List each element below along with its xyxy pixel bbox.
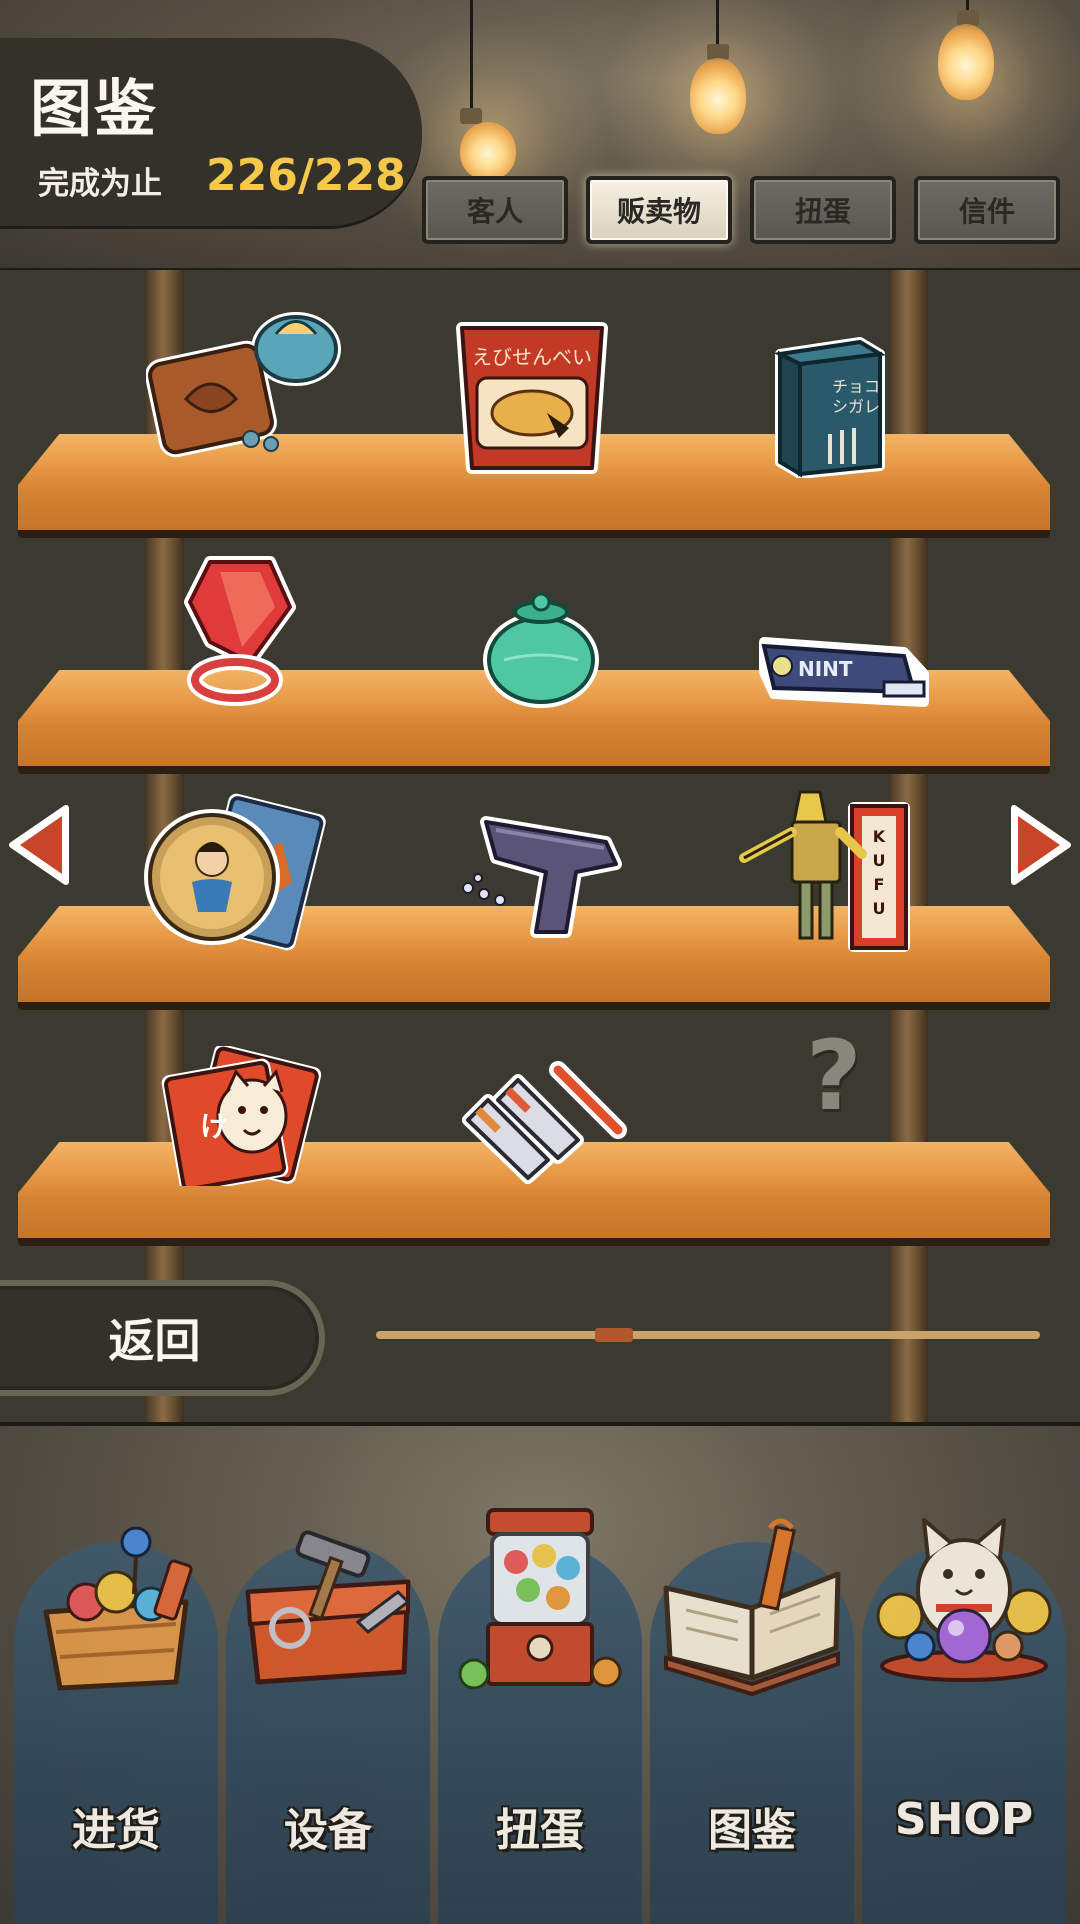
unknown-item-icon: ? xyxy=(806,1020,862,1132)
gachapon-machine-icon xyxy=(458,1508,622,1690)
paint-tube-set-icon[interactable] xyxy=(458,1060,628,1184)
mint-tablet-pack-icon[interactable]: NINT xyxy=(754,632,934,712)
nav-restock-label: 进货 xyxy=(72,1805,160,1856)
nav-catalog-label: 图鉴 xyxy=(708,1805,796,1856)
nav-gacha-label: 扭蛋 xyxy=(496,1805,584,1856)
goods-basket-icon xyxy=(43,1526,193,1691)
svg-text:U: U xyxy=(873,851,886,870)
wagashi-owl-candy-icon[interactable] xyxy=(146,304,346,464)
shelf-plank-edge xyxy=(18,1002,1050,1010)
svg-text:シガレ: シガレ xyxy=(832,397,880,416)
nav-equipment-label: 设备 xyxy=(284,1805,372,1856)
svg-text:U: U xyxy=(873,899,886,918)
nav-gacha[interactable]: 扭蛋 xyxy=(438,1508,642,1924)
senbei-snack-bag-icon[interactable]: えびせんべい xyxy=(452,318,612,478)
pharaoh-robot-toy-icon[interactable]: K U F U xyxy=(730,782,920,958)
cat-face-playing-cards-icon[interactable]: け xyxy=(160,1046,330,1186)
page-title: 图鉴 xyxy=(30,72,159,145)
mint-pack-text: NINT xyxy=(798,657,853,681)
lamp-socket xyxy=(460,108,482,124)
progress-count: 226/228 xyxy=(206,150,406,201)
light-bulb-icon xyxy=(460,122,516,180)
svg-text:F: F xyxy=(874,875,885,894)
nav-restock[interactable]: 进货 xyxy=(14,1526,218,1924)
shelf-plank-edge xyxy=(18,1238,1050,1246)
nav-catalog[interactable]: 图鉴 xyxy=(650,1518,854,1924)
nav-shop[interactable]: SHOP xyxy=(862,1518,1066,1924)
lucky-cat-icon xyxy=(876,1518,1052,1682)
progress-label: 完成为止 xyxy=(38,166,162,202)
tab-guests[interactable]: 客人 xyxy=(422,176,568,244)
svg-text:け: け xyxy=(200,1110,228,1143)
green-candy-jar-icon[interactable] xyxy=(476,592,606,712)
page-slider-thumb[interactable] xyxy=(595,1328,633,1342)
right-arrow-icon[interactable] xyxy=(1008,804,1074,886)
chocolate-cigarette-box-icon[interactable]: チョコ シガレ xyxy=(770,334,890,478)
tab-merchandise[interactable]: 贩卖物 xyxy=(586,176,732,244)
open-book-icon xyxy=(663,1518,841,1697)
page-slider[interactable] xyxy=(376,1328,1040,1342)
shelf-plank-edge xyxy=(18,766,1050,774)
tab-gacha[interactable]: 扭蛋 xyxy=(750,176,896,244)
light-bulb-icon xyxy=(690,58,746,134)
hero-menko-card-icon[interactable] xyxy=(142,792,332,952)
toy-water-pistol-icon[interactable] xyxy=(456,802,632,952)
nav-shop-label: SHOP xyxy=(894,1794,1034,1845)
left-arrow-icon[interactable] xyxy=(6,804,72,886)
back-button[interactable]: 返回 xyxy=(0,1280,325,1396)
collection-shelf: えびせんべい チョコ シガレ NINT K U F U け ? 返回 xyxy=(0,270,1080,1422)
lamp-wire xyxy=(470,0,473,112)
ring-pop-candy-icon[interactable] xyxy=(180,552,300,712)
box-brand-text: チョコ xyxy=(832,377,880,396)
svg-text:K: K xyxy=(873,827,886,846)
title-panel: 图鉴 完成为止 226/228 xyxy=(0,38,422,226)
lamp-wire xyxy=(716,0,719,48)
nav-equipment[interactable]: 设备 xyxy=(226,1530,430,1924)
light-bulb-icon xyxy=(938,24,994,100)
shelf-plank-edge xyxy=(18,530,1050,538)
header-bar: 图鉴 完成为止 226/228 客人 贩卖物 扭蛋 信件 xyxy=(0,0,1080,271)
tab-letters[interactable]: 信件 xyxy=(914,176,1060,244)
svg-text:えびせんべい: えびせんべい xyxy=(472,345,592,369)
bottom-navigation: 进货 设备 扭蛋 图鉴 SHOP xyxy=(0,1422,1080,1924)
toolbox-icon xyxy=(245,1530,411,1685)
